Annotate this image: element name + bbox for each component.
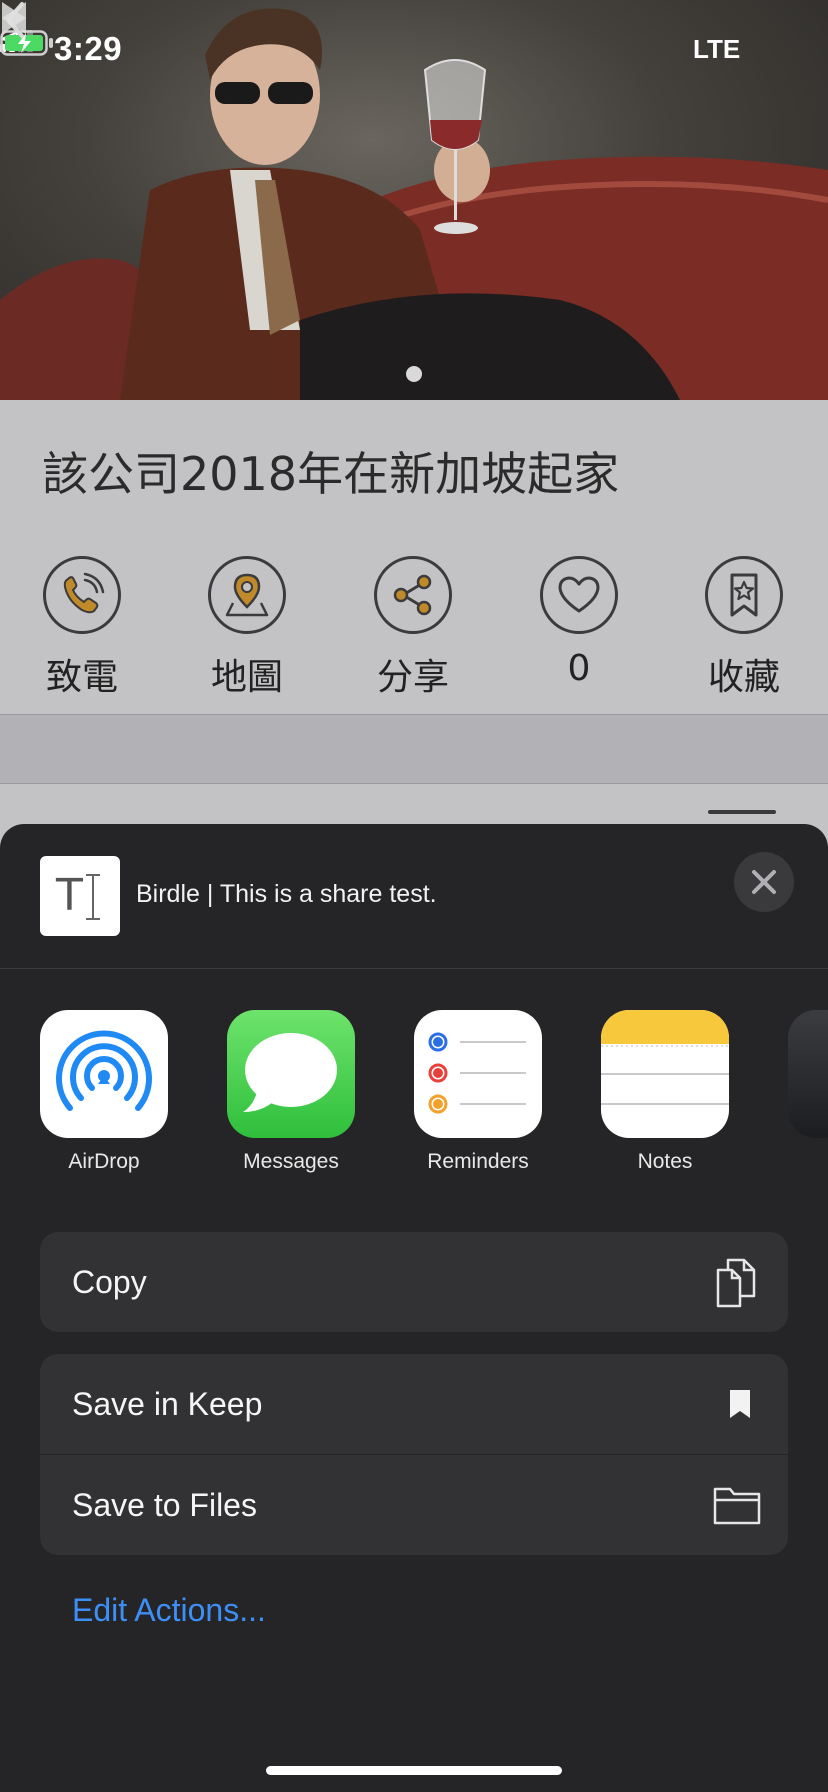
notes-icon xyxy=(601,1010,729,1138)
share-sheet-header: T Birdle | This is a share test. xyxy=(0,824,828,969)
section-band xyxy=(0,715,828,783)
share-apps-row: AirDrop Messages Reminders Notes xyxy=(0,1010,828,1180)
map-pin-icon xyxy=(225,573,269,617)
copy-icon xyxy=(716,1258,756,1308)
like-count: 0 xyxy=(567,648,591,689)
share-label: 分享 xyxy=(376,657,449,698)
save-to-files-label: Save to Files xyxy=(72,1487,257,1523)
copy-label: Copy xyxy=(72,1264,147,1300)
app-name: Notes xyxy=(637,1150,693,1173)
save-in-keep-action[interactable]: Save in Keep xyxy=(40,1354,788,1454)
app-messages[interactable]: Messages xyxy=(216,1010,366,1174)
status-bar: 3:29 LTE xyxy=(0,30,828,70)
network-type: LTE xyxy=(693,34,741,64)
share-title: Birdle | This is a share test. xyxy=(136,880,437,908)
text-cursor-icon xyxy=(86,874,100,920)
app-name: Te xyxy=(777,1150,828,1174)
heart-icon xyxy=(558,576,600,613)
app-name: Messages xyxy=(243,1150,339,1173)
partial-control xyxy=(708,810,776,814)
app-notes[interactable]: Notes xyxy=(590,1010,740,1174)
folder-icon xyxy=(713,1487,761,1525)
map-action[interactable]: 地圖 xyxy=(187,556,307,700)
share-action[interactable]: 分享 xyxy=(353,556,473,700)
page-indicator-dot xyxy=(406,366,422,382)
next-slide-icon[interactable] xyxy=(0,0,28,36)
listing-title: 該公司2018年在新加坡起家 xyxy=(42,447,620,501)
call-action[interactable]: 致電 xyxy=(22,556,142,700)
listing-info: 該公司2018年在新加坡起家 致電 地圖 分享 0 收藏 xyxy=(0,400,828,714)
status-time: 3:29 xyxy=(54,30,123,67)
app-reminders[interactable]: Reminders xyxy=(403,1010,553,1174)
app-name: AirDrop xyxy=(68,1150,140,1173)
airdrop-icon xyxy=(40,1010,168,1138)
app-telegram[interactable]: Te xyxy=(777,1010,828,1174)
app-name: Reminders xyxy=(427,1150,529,1173)
save-in-keep-label: Save in Keep xyxy=(72,1386,263,1422)
share-icon xyxy=(393,574,432,616)
call-label: 致電 xyxy=(45,657,118,698)
favorite-action[interactable]: 收藏 xyxy=(684,556,804,700)
phone-icon xyxy=(63,572,105,614)
copy-group: Copy xyxy=(40,1232,788,1332)
map-label: 地圖 xyxy=(210,657,283,698)
app-airdrop[interactable]: AirDrop xyxy=(29,1010,179,1174)
close-icon xyxy=(752,870,776,894)
bookmark-icon xyxy=(730,1390,750,1418)
messages-icon xyxy=(227,1010,355,1138)
bookmark-star-icon xyxy=(730,573,758,617)
home-indicator[interactable] xyxy=(266,1766,562,1775)
share-thumbnail: T xyxy=(40,856,120,936)
hero-image[interactable]: 3:29 LTE xyxy=(0,0,828,400)
edit-actions-link[interactable]: Edit Actions... xyxy=(72,1592,266,1629)
screen: 3:29 LTE 該公司2018年在新加坡起家 致電 地圖 分享 0 收藏 T … xyxy=(0,0,828,1792)
favorite-label: 收藏 xyxy=(707,657,780,698)
telegram-icon xyxy=(788,1010,828,1138)
copy-action[interactable]: Copy xyxy=(40,1232,788,1332)
share-sheet: T Birdle | This is a share test. AirDrop… xyxy=(0,824,828,1792)
close-button[interactable] xyxy=(734,852,794,912)
reminders-icon xyxy=(414,1010,542,1138)
thumbnail-text: T xyxy=(56,870,83,921)
save-group: Save in Keep Save to Files xyxy=(40,1354,788,1555)
save-to-files-action[interactable]: Save to Files xyxy=(40,1454,788,1555)
like-action[interactable]: 0 xyxy=(519,556,639,689)
